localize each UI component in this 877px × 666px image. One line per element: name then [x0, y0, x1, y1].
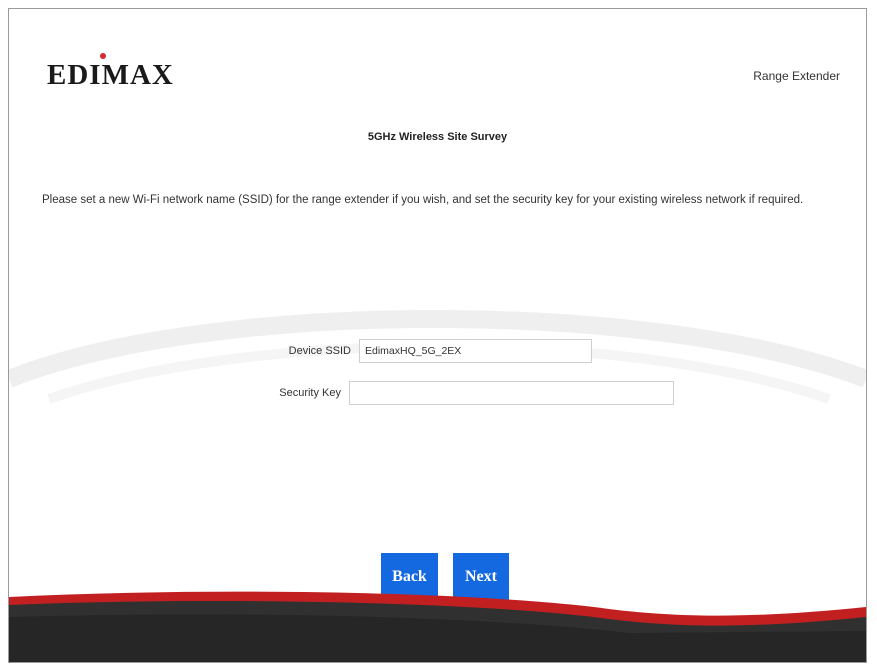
edimax-logo: EDIMAX [47, 53, 174, 92]
security-key-row: Security Key [231, 381, 674, 405]
logo-text: EDIMAX [47, 59, 174, 91]
page-title: 5GHz Wireless Site Survey [367, 131, 508, 143]
page-description: Please set a new Wi-Fi network name (SSI… [42, 194, 804, 206]
logo-dot [100, 53, 106, 59]
ssid-label: Device SSID [288, 345, 351, 357]
footer-banner [9, 591, 866, 662]
security-key-label: Security Key [279, 387, 341, 399]
product-name: Range Extender [753, 69, 840, 83]
setup-window: EDIMAX Range Extender 5GHz Wireless Site… [8, 8, 867, 663]
security-key-input[interactable] [349, 381, 674, 405]
ssid-input[interactable] [359, 339, 592, 363]
ssid-row: Device SSID [241, 339, 592, 363]
